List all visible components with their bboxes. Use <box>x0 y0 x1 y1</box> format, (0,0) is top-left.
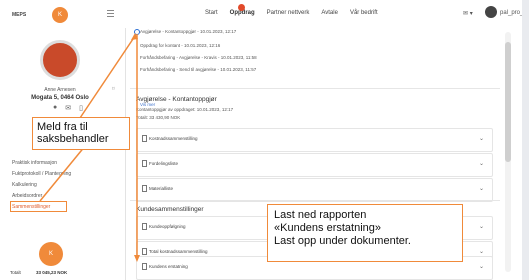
bookmark-icon[interactable]: ⌑ <box>112 86 115 92</box>
sidebar-item-fukt[interactable]: Fuktprotokoll / Plantegning <box>12 169 71 180</box>
chat-fab[interactable]: K <box>39 242 63 266</box>
callout-last-ned: Last ned rapporten «Kundens erstatning» … <box>267 204 463 262</box>
divider <box>130 88 500 89</box>
sidebar-item-praktisk[interactable]: Praktisk informasjon <box>12 158 71 169</box>
scrollbar[interactable] <box>505 32 511 272</box>
customer-name: Anne Arnesen <box>44 87 76 93</box>
chevron-down-icon[interactable]: ⌄ <box>479 248 484 255</box>
report-item[interactable]: Fordelingsliste ⌄ <box>136 153 493 177</box>
nav-start[interactable]: Start <box>205 10 218 16</box>
chevron-down-icon[interactable]: ⌄ <box>479 223 484 230</box>
mail-icon[interactable]: ✉ ▾ <box>463 10 473 17</box>
customer-address: Mogata 5, 0464 Oslo <box>31 95 89 101</box>
section-amount: Totalt: 33 430,90 NOK <box>136 115 181 120</box>
report-item[interactable]: Kostnadssammenstilling ⌄ <box>136 128 493 152</box>
document-icon <box>142 160 147 167</box>
callout-saksbehandler: Meld fra til saksbehandler <box>32 117 130 150</box>
section-title: Avgjørelse - Kontantoppgjør <box>136 96 217 103</box>
nav-bedrift[interactable]: Vår bedrift <box>350 10 378 16</box>
highlight-sammenstillinger <box>10 201 67 212</box>
total-label: Totalt <box>10 270 21 275</box>
divider <box>130 200 500 201</box>
sidebar-item-kalkulering[interactable]: Kalkulering <box>12 180 71 191</box>
total-amount: 33 045,23 NOK <box>36 270 68 275</box>
chevron-down-icon[interactable]: ⌄ <box>479 263 484 270</box>
chat-icon[interactable]: ● <box>53 104 57 112</box>
callout-line: Last ned rapporten <box>274 209 367 221</box>
logo: MEPS <box>12 12 27 18</box>
nav-avtale[interactable]: Avtale <box>321 10 338 16</box>
chevron-down-icon[interactable]: ⌄ <box>479 160 484 167</box>
document-icon <box>142 135 147 142</box>
chevron-down-icon[interactable]: ⌄ <box>479 135 484 142</box>
report-label: Kundeoppfølgning <box>149 224 186 229</box>
callout-line: «Kundens erstatning» <box>274 222 382 234</box>
timeline-row[interactable]: Oppdrag for kontant - 10.01.2023, 12:16 <box>140 43 220 48</box>
report-label: Total kostnadssammenstilling <box>149 249 208 254</box>
notification-badge <box>238 4 245 11</box>
report-item[interactable]: Materialliste ⌄ <box>136 178 493 202</box>
timeline-row[interactable]: Avgjørelse - Kontantoppgjør - 10.01.2023… <box>140 29 236 34</box>
nav-partner[interactable]: Partner nettverk <box>267 10 310 16</box>
phone-icon[interactable]: ▯ <box>79 104 83 112</box>
document-icon <box>142 248 147 255</box>
user-avatar[interactable] <box>485 6 497 18</box>
report-label: Kundens erstatning <box>149 264 188 269</box>
section-meta: Kontantoppgjør av oppdraget: 10.01.2023,… <box>136 107 234 112</box>
chevron-down-icon[interactable]: ⌄ <box>479 185 484 192</box>
timeline-row[interactable]: Forhåndsbefaring - Avgjørelse - Kravis -… <box>140 55 257 60</box>
sidebar-actions: ● ✉ ▯ <box>53 104 83 112</box>
avatar <box>40 40 80 80</box>
report-label: Kostnadssammenstilling <box>149 136 198 141</box>
document-icon <box>142 263 147 270</box>
callout-line: Last opp under dokumenter. <box>274 235 411 247</box>
top-nav: Start Oppdrag Partner nettverk Avtale Vå… <box>125 0 522 28</box>
timeline-row[interactable]: Forhåndsbefaring - Send til avgjørelse -… <box>140 67 256 72</box>
user-name[interactable]: pal_pro_rebuild <box>500 10 522 16</box>
section-title: Kundesammenstillinger <box>136 206 204 213</box>
mail-icon[interactable]: ✉ <box>65 104 71 112</box>
report-label: Fordelingsliste <box>149 161 179 166</box>
document-icon <box>142 223 147 230</box>
report-label: Materialliste <box>149 186 174 191</box>
logo-badge: K <box>52 7 68 23</box>
hamburger-icon[interactable] <box>107 10 114 17</box>
document-icon <box>142 185 147 192</box>
